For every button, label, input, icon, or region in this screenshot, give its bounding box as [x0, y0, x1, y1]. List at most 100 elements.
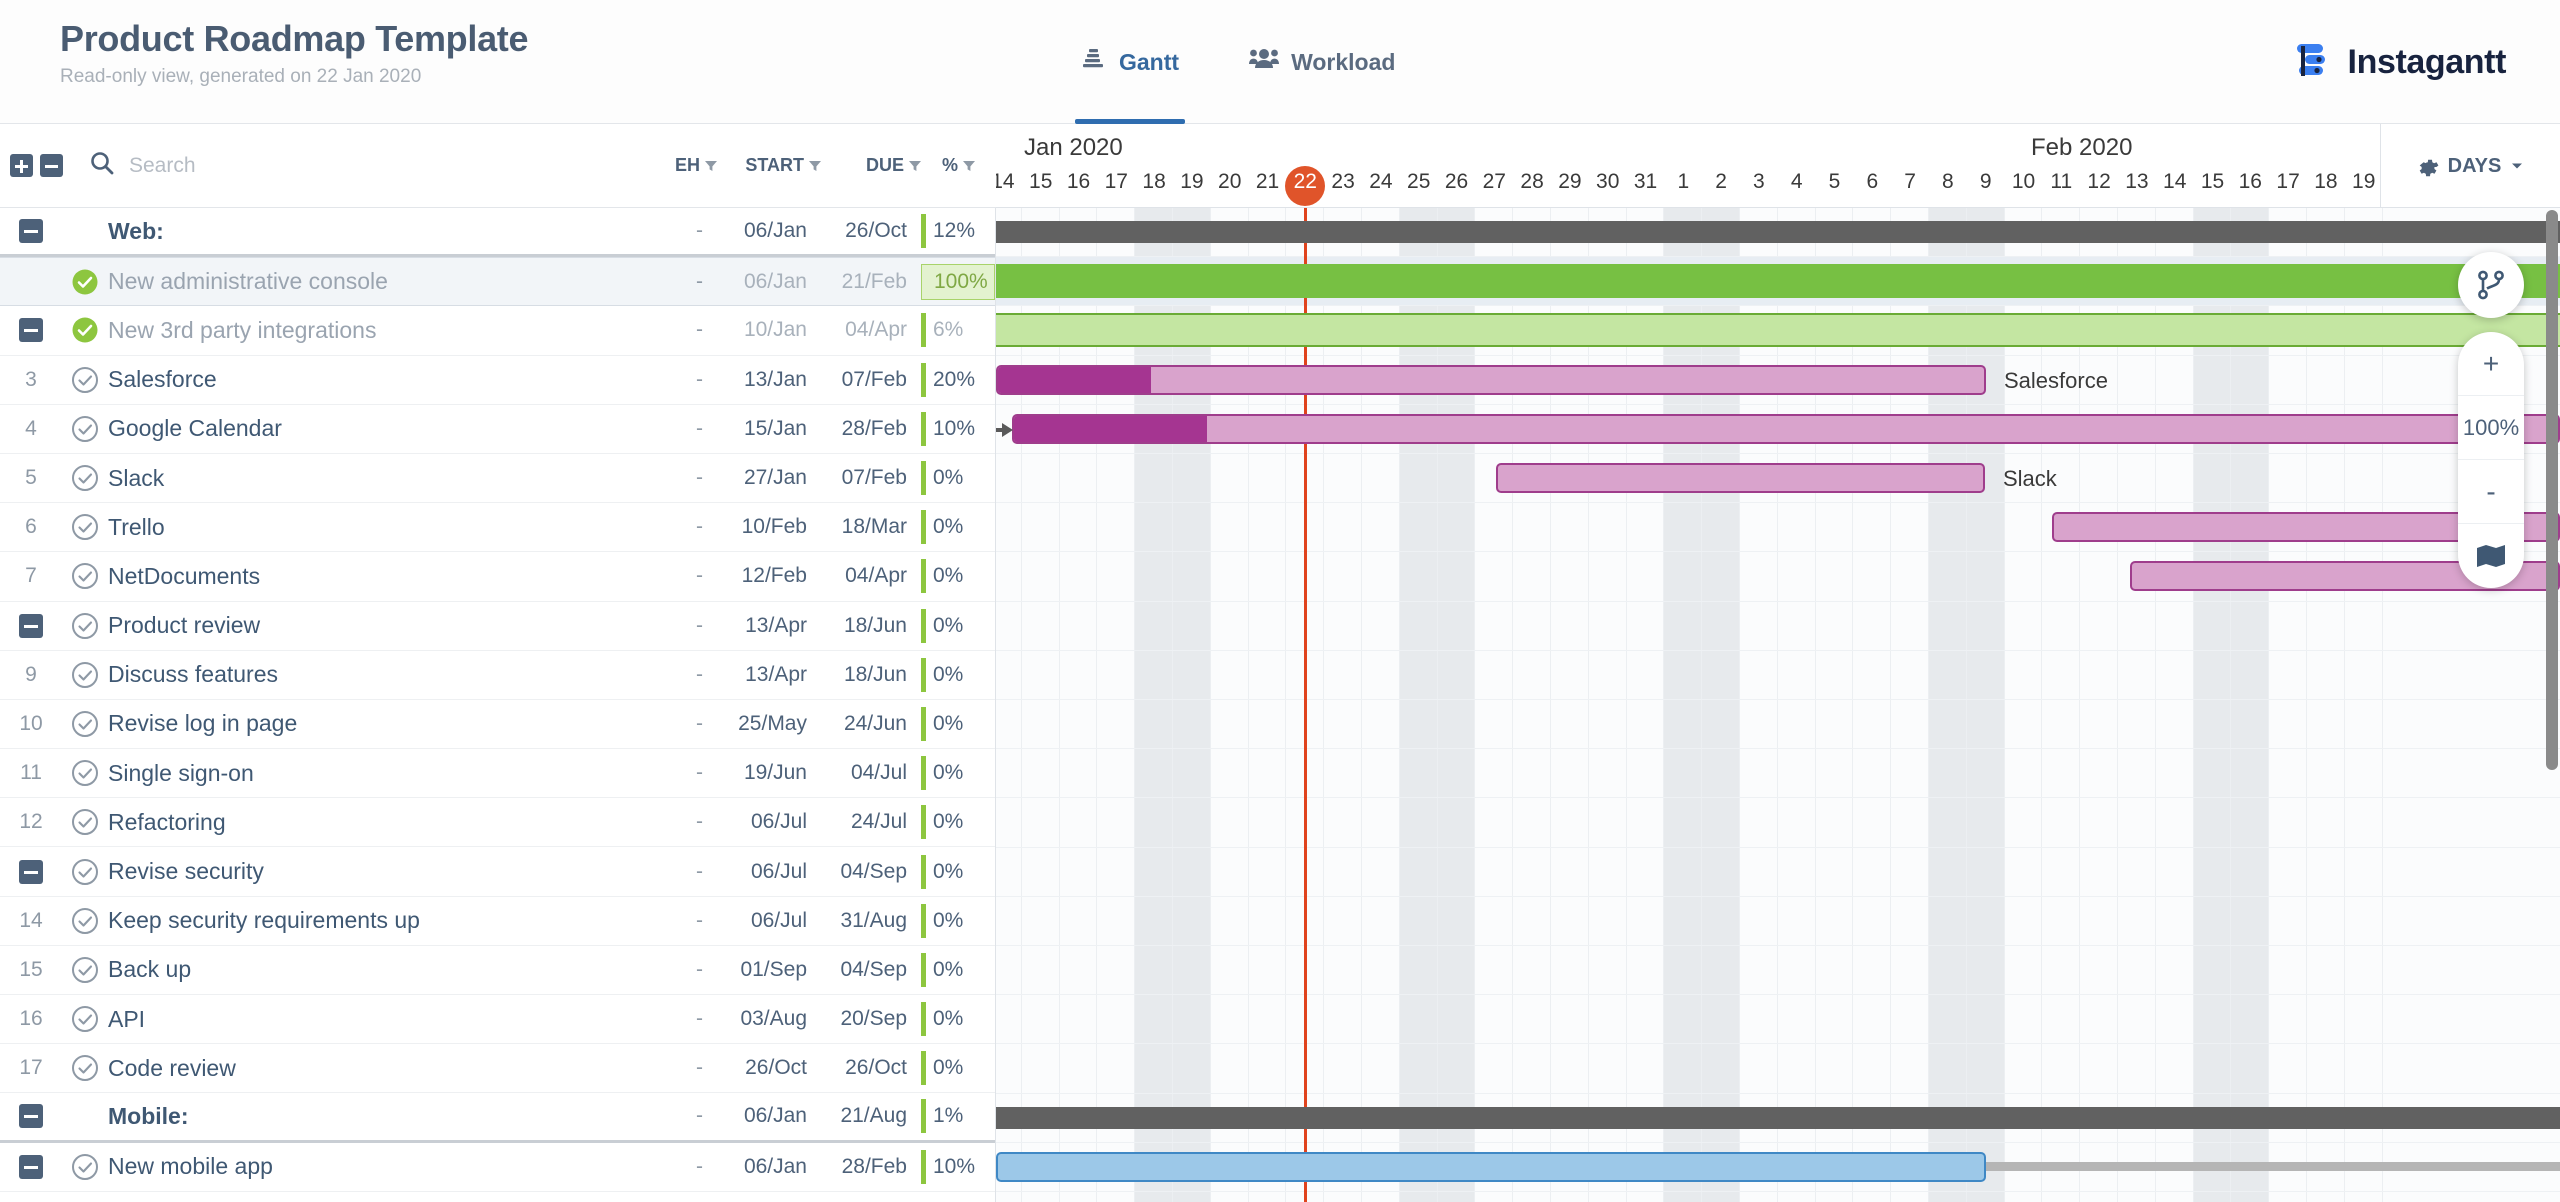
task-name[interactable]: Revise log in page	[108, 710, 639, 737]
row-collapse-toggle[interactable]	[0, 1154, 62, 1179]
row-collapse-toggle[interactable]	[0, 219, 62, 244]
task-row[interactable]: 17 Code review - 26/Oct 26/Oct 0%	[0, 1044, 995, 1094]
task-row[interactable]: 10 Revise log in page - 25/May 24/Jun 0%	[0, 700, 995, 750]
minus-square-icon[interactable]	[19, 1154, 43, 1179]
task-name[interactable]: New mobile app	[108, 1153, 639, 1180]
task-name[interactable]: Revise security	[108, 858, 639, 885]
task-name[interactable]: Refactoring	[108, 809, 639, 836]
search-input[interactable]	[129, 153, 549, 178]
task-row[interactable]: 14 Keep security requirements up - 06/Jul 31…	[0, 897, 995, 946]
row-collapse-toggle[interactable]	[0, 1104, 62, 1129]
timeline-zoom-select[interactable]: DAYS	[2380, 124, 2560, 207]
task-name[interactable]: Product review	[108, 612, 639, 639]
task-row[interactable]: 7 NetDocuments - 12/Feb 04/Apr 0%	[0, 552, 995, 602]
row-collapse-toggle[interactable]	[0, 613, 62, 638]
task-name[interactable]: Mobile:	[108, 1103, 639, 1130]
task-complete-checkbox[interactable]	[62, 907, 108, 935]
gantt-bar[interactable]	[1012, 413, 2560, 444]
task-row[interactable]: Product review - 13/Apr 18/Jun 0%	[0, 602, 995, 651]
task-row[interactable]: 6 Trello - 10/Feb 18/Mar 0%	[0, 503, 995, 553]
minus-square-icon[interactable]	[19, 1104, 43, 1129]
zoom-in-button[interactable]: +	[2458, 332, 2524, 396]
task-list[interactable]: Web: - 06/Jan 26/Oct 12% New administrative c…	[0, 208, 996, 1202]
row-collapse-toggle[interactable]	[0, 318, 62, 343]
task-name[interactable]: Slack	[108, 465, 639, 492]
gantt-bar[interactable]	[996, 221, 2560, 243]
task-name[interactable]: Code review	[108, 1055, 639, 1082]
task-name[interactable]: New 3rd party integrations	[108, 317, 639, 344]
gantt-bar[interactable]	[996, 313, 2560, 348]
task-row[interactable]: New administrative console - 06/Jan 21/Feb 1…	[0, 257, 995, 307]
task-row[interactable]: 3 Salesforce - 13/Jan 07/Feb 20%	[0, 356, 995, 405]
dependency-mode-button[interactable]	[2458, 252, 2524, 318]
gantt-bar[interactable]	[996, 364, 1986, 395]
task-row[interactable]: 12 Refactoring - 06/Jul 24/Jul 0%	[0, 798, 995, 848]
column-header-due[interactable]: DUE	[822, 155, 922, 176]
expand-all-button[interactable]	[10, 154, 33, 177]
task-name[interactable]: Single sign-on	[108, 760, 639, 787]
task-row[interactable]: 11 Single sign-on - 19/Jun 04/Jul 0%	[0, 749, 995, 799]
task-complete-checkbox[interactable]	[62, 1153, 108, 1181]
tab-workload[interactable]: Workload	[1243, 0, 1401, 124]
task-complete-checkbox[interactable]	[62, 1054, 108, 1082]
task-complete-checkbox[interactable]	[62, 808, 108, 836]
task-complete-checkbox[interactable]	[62, 858, 108, 886]
gantt-bar[interactable]	[996, 1106, 2560, 1129]
collapse-all-button[interactable]	[40, 154, 63, 177]
task-complete-checkbox[interactable]	[62, 612, 108, 640]
task-row[interactable]: New 3rd party integrations - 10/Jan 04/Apr 6…	[0, 306, 995, 356]
gantt-chart[interactable]: Salesforce Slack	[996, 208, 2560, 1202]
minus-square-icon[interactable]	[19, 859, 43, 884]
brand[interactable]: Instagantt	[2288, 0, 2506, 124]
task-name[interactable]: Google Calendar	[108, 415, 639, 442]
task-name[interactable]: API	[108, 1006, 639, 1033]
task-name[interactable]: Web:	[108, 218, 639, 245]
map-view-button[interactable]	[2458, 524, 2524, 588]
task-complete-checkbox[interactable]	[62, 710, 108, 738]
task-name[interactable]: Trello	[108, 514, 639, 541]
gantt-bar[interactable]	[996, 1151, 1986, 1182]
task-row[interactable]: Revise security - 06/Jul 04/Sep 0%	[0, 847, 995, 897]
task-complete-checkbox[interactable]	[62, 366, 108, 394]
check-circle-outline-icon	[72, 514, 98, 541]
task-complete-checkbox[interactable]	[62, 415, 108, 443]
minus-square-icon[interactable]	[19, 318, 43, 343]
gantt-bar[interactable]	[1496, 463, 1985, 493]
task-complete-checkbox[interactable]	[62, 316, 108, 344]
task-row[interactable]: Mobile: - 06/Jan 21/Aug 1%	[0, 1093, 995, 1143]
task-row[interactable]: 16 API - 03/Aug 20/Sep 0%	[0, 995, 995, 1045]
task-complete-checkbox[interactable]	[62, 956, 108, 984]
task-complete-checkbox[interactable]	[62, 464, 108, 492]
task-row[interactable]: Web: - 06/Jan 26/Oct 12%	[0, 208, 995, 258]
task-name[interactable]: Discuss features	[108, 661, 639, 688]
column-header-start[interactable]: START	[718, 155, 822, 176]
task-complete-checkbox[interactable]	[62, 1005, 108, 1033]
column-header-percent[interactable]: %	[922, 155, 996, 176]
task-complete-checkbox[interactable]	[62, 661, 108, 689]
scrollbar-thumb[interactable]	[2546, 210, 2558, 770]
task-start-date: 13/Jan	[743, 367, 807, 391]
search-icon[interactable]	[89, 150, 115, 181]
task-row[interactable]: 5 Slack - 27/Jan 07/Feb 0%	[0, 454, 995, 504]
task-name[interactable]: Salesforce	[108, 366, 639, 393]
task-row[interactable]: 4 Google Calendar - 15/Jan 28/Feb 10%	[0, 405, 995, 454]
row-collapse-toggle[interactable]	[0, 859, 62, 884]
task-name[interactable]: Keep security requirements up	[108, 907, 639, 934]
task-complete-checkbox[interactable]	[62, 268, 108, 296]
tab-gantt[interactable]: Gantt	[1075, 0, 1186, 124]
zoom-out-button[interactable]: -	[2458, 460, 2524, 524]
column-header-eh[interactable]: EH	[654, 155, 718, 176]
task-complete-checkbox[interactable]	[62, 513, 108, 541]
task-name[interactable]: NetDocuments	[108, 563, 639, 590]
task-name[interactable]: New administrative console	[108, 268, 639, 295]
task-row[interactable]: 9 Discuss features - 13/Apr 18/Jun 0%	[0, 651, 995, 700]
task-row[interactable]: 15 Back up - 01/Sep 04/Sep 0%	[0, 946, 995, 995]
task-complete-checkbox[interactable]	[62, 759, 108, 787]
minus-square-icon[interactable]	[19, 613, 43, 638]
task-name[interactable]: Back up	[108, 956, 639, 983]
vertical-scrollbar[interactable]	[2546, 210, 2558, 1200]
minus-square-icon[interactable]	[19, 219, 43, 244]
task-row[interactable]: New mobile app - 06/Jan 28/Feb 10%	[0, 1143, 995, 1192]
gantt-bar[interactable]	[996, 264, 2560, 299]
task-complete-checkbox[interactable]	[62, 562, 108, 590]
